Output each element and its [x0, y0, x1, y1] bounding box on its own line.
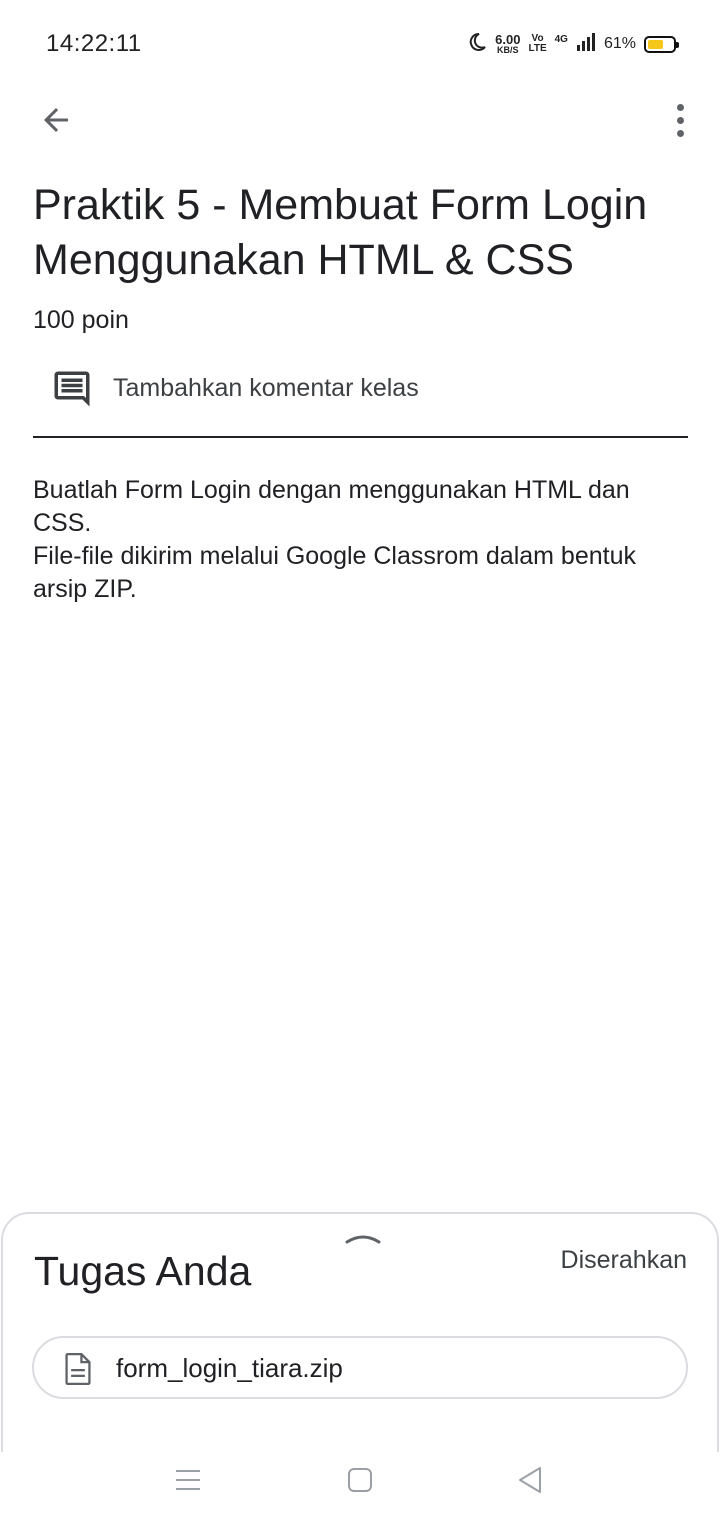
moon-icon [467, 32, 487, 57]
your-work-sheet[interactable]: Tugas Anda Diserahkan [1, 1212, 719, 1452]
battery-fill [648, 39, 663, 49]
volte-bottom: LTE [528, 43, 547, 54]
attachment-chip[interactable]: form_login_tiara.zip [32, 1336, 688, 1399]
back-triangle-icon [519, 1467, 541, 1493]
menu-icon [176, 1470, 200, 1490]
comment-icon [54, 371, 90, 407]
signal-icon [576, 32, 596, 57]
battery-icon [644, 35, 679, 53]
battery-percent: 61% [603, 35, 636, 52]
system-back-button[interactable] [510, 1460, 550, 1500]
attachment-file-name: form_login_tiara.zip [116, 1353, 343, 1383]
assignment-points: 100 poin [33, 306, 129, 334]
network-speed: 6.00 KB/S [495, 33, 520, 55]
your-work-title: Tugas Anda [34, 1248, 252, 1294]
chevron-up-icon[interactable] [343, 1228, 383, 1248]
more-vert-icon-dot [676, 116, 684, 124]
description-line: Buatlah Form Login dengan menggunakan HT… [33, 476, 630, 537]
more-vert-icon-dot [676, 103, 684, 111]
submission-status: Diserahkan [560, 1246, 687, 1274]
document-icon [65, 1353, 91, 1385]
volte-indicator: Vo LTE [528, 34, 546, 54]
arrow-back-icon [44, 108, 68, 132]
system-nav-bar [0, 1440, 720, 1520]
comment-label: Tambahkan komentar kelas [113, 374, 419, 402]
more-vert-icon-dot [676, 129, 684, 137]
status-time: 14:22:11 [46, 30, 142, 57]
description-line: File-file dikirim melalui Google Classro… [33, 542, 636, 603]
home-button[interactable] [340, 1460, 380, 1500]
home-square-icon [348, 1468, 372, 1492]
network-type: 4G [554, 33, 568, 45]
add-class-comment-button[interactable]: Tambahkan komentar kelas [33, 358, 688, 438]
status-indicators: 6.00 KB/S Vo LTE 4G 61% [467, 28, 679, 60]
assignment-title: Praktik 5 - Membuat Form Login Menggunak… [33, 181, 648, 284]
status-bar: 14:22:11 6.00 KB/S Vo LTE 4G 61% [0, 0, 720, 88]
back-button[interactable] [30, 94, 82, 146]
assignment-description: Buatlah Form Login dengan menggunakan HT… [33, 474, 673, 606]
recent-apps-button[interactable] [168, 1460, 208, 1500]
more-options-button[interactable] [660, 94, 700, 146]
network-speed-unit: KB/S [497, 45, 519, 55]
